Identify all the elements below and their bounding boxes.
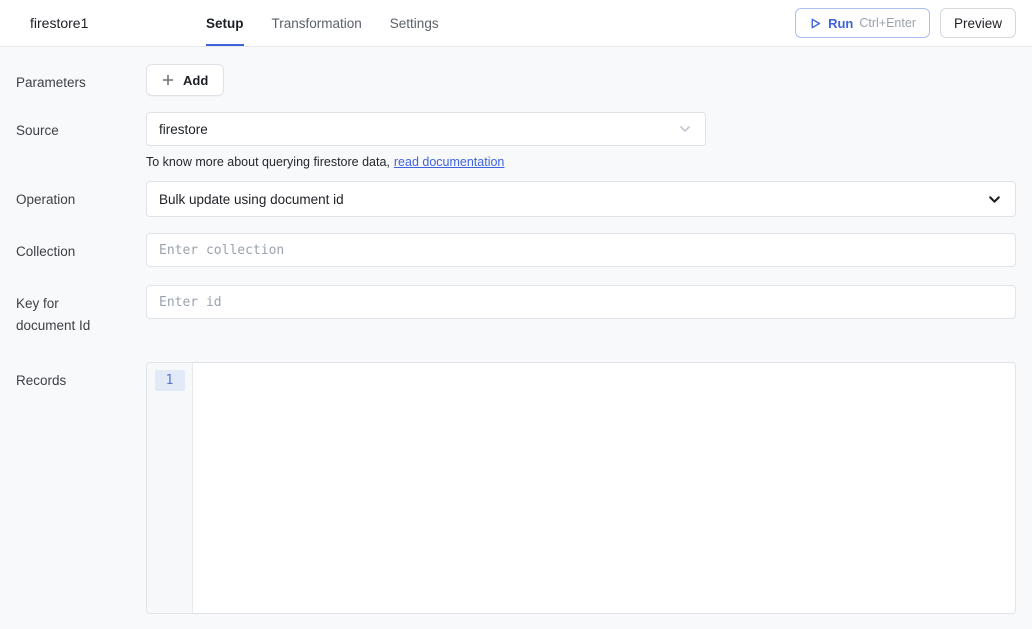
- header-actions: Run Ctrl+Enter Preview: [795, 0, 1016, 46]
- chevron-down-icon: [677, 121, 693, 137]
- chevron-down-icon: [986, 191, 1003, 208]
- query-setup-form: Parameters Add Source firestore To know …: [0, 47, 1032, 614]
- source-label: Source: [16, 112, 108, 142]
- parameters-label: Parameters: [16, 64, 108, 94]
- query-title: firestore1: [30, 15, 206, 31]
- tab-settings[interactable]: Settings: [390, 0, 439, 46]
- header-spacer: [439, 0, 796, 46]
- operation-row: Operation Bulk update using document id: [16, 181, 1016, 217]
- records-code-editor[interactable]: 1: [146, 362, 1016, 614]
- line-number: 1: [155, 370, 185, 391]
- source-helper-text: To know more about querying firestore da…: [146, 155, 1016, 169]
- read-documentation-link[interactable]: read documentation: [394, 155, 505, 169]
- query-editor-header: firestore1 Setup Transformation Settings…: [0, 0, 1032, 47]
- add-parameter-label: Add: [183, 73, 208, 88]
- add-parameter-button[interactable]: Add: [146, 64, 224, 96]
- source-select-value: firestore: [159, 122, 677, 137]
- records-row: Records 1: [16, 362, 1016, 614]
- plus-icon: [162, 74, 174, 86]
- editor-tabs: Setup Transformation Settings: [206, 0, 439, 46]
- collection-label: Collection: [16, 233, 108, 263]
- preview-button[interactable]: Preview: [940, 8, 1016, 38]
- collection-input[interactable]: [146, 233, 1016, 267]
- operation-select[interactable]: Bulk update using document id: [146, 181, 1016, 217]
- operation-label: Operation: [16, 181, 108, 211]
- collection-row: Collection: [16, 233, 1016, 267]
- operation-select-value: Bulk update using document id: [159, 192, 986, 207]
- source-select[interactable]: firestore: [146, 112, 706, 146]
- run-button-label: Run: [828, 16, 853, 31]
- tab-transformation[interactable]: Transformation: [272, 0, 362, 46]
- document-key-label: Key for document Id: [16, 285, 108, 338]
- records-label: Records: [16, 362, 108, 392]
- run-shortcut-hint: Ctrl+Enter: [859, 16, 916, 30]
- tab-setup[interactable]: Setup: [206, 0, 244, 46]
- play-icon: [809, 17, 822, 30]
- parameters-row: Parameters Add: [16, 64, 1016, 96]
- document-key-input[interactable]: [146, 285, 1016, 319]
- source-row: Source firestore To know more about quer…: [16, 112, 1016, 169]
- code-editor-gutter: 1: [147, 363, 193, 613]
- run-button[interactable]: Run Ctrl+Enter: [795, 8, 930, 38]
- records-code-input[interactable]: [193, 363, 1015, 613]
- document-key-row: Key for document Id: [16, 285, 1016, 338]
- source-helper-prefix: To know more about querying firestore da…: [146, 155, 390, 169]
